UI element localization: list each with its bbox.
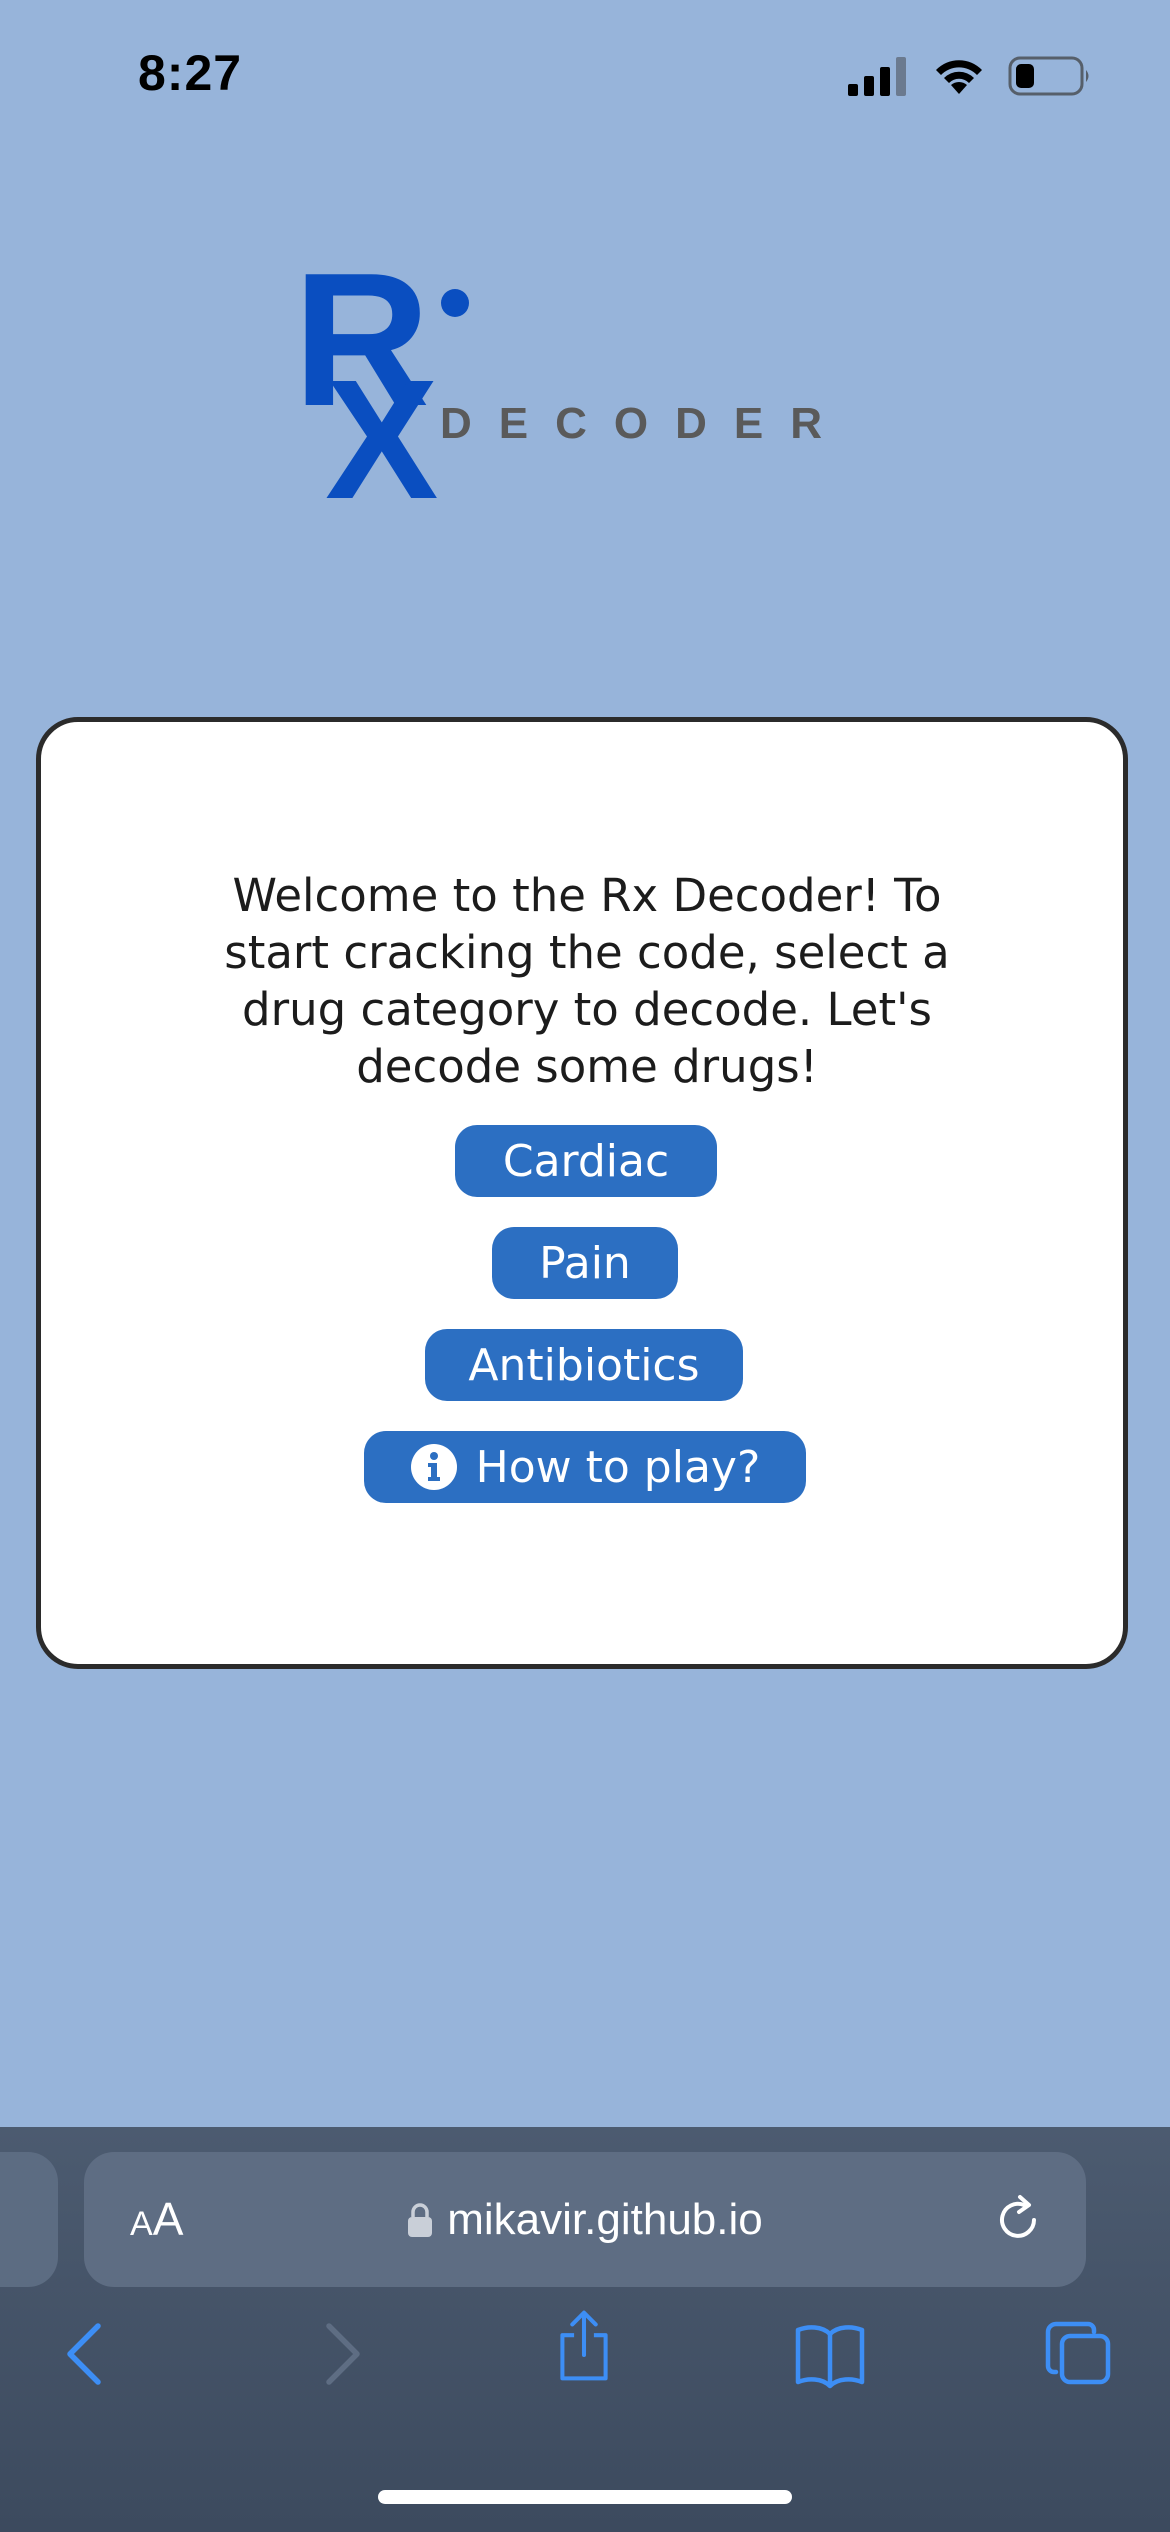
status-time: 8:27 (138, 45, 243, 101)
antibiotics-button-label: Antibiotics (468, 1339, 700, 1391)
info-icon (410, 1444, 457, 1490)
welcome-text: Welcome to the Rx Decoder! To start crac… (224, 869, 950, 1093)
rx-decoder-logo: R X DECODER (295, 250, 849, 510)
address-bar[interactable]: AA mikavir.github.io (84, 2152, 1086, 2287)
forward-icon[interactable] (303, 2318, 375, 2390)
url-display[interactable]: mikavir.github.io (84, 2152, 1086, 2287)
cardiac-button[interactable]: Cardiac (455, 1125, 717, 1197)
home-indicator (378, 2490, 792, 2504)
share-icon[interactable] (548, 2310, 620, 2382)
welcome-card: Welcome to the Rx Decoder! To start crac… (36, 717, 1128, 1669)
reload-icon[interactable] (990, 2192, 1046, 2248)
logo-mark-x: X (325, 345, 438, 510)
pain-button-label: Pain (539, 1237, 631, 1289)
lock-icon (408, 2202, 433, 2237)
tabs-icon[interactable] (1042, 2318, 1114, 2390)
how-to-play-button[interactable]: How to play? (364, 1431, 806, 1503)
how-to-play-label: How to play? (475, 1441, 761, 1493)
cellular-signal-icon (848, 57, 906, 96)
logo-wordmark: DECODER (440, 399, 849, 448)
url-text: mikavir.github.io (447, 2194, 763, 2244)
status-bar: 8:27 (0, 0, 1170, 150)
antibiotics-button[interactable]: Antibiotics (425, 1329, 743, 1401)
back-icon[interactable] (52, 2318, 124, 2390)
status-icons (848, 54, 1092, 98)
logo-dot (441, 289, 469, 317)
bookmarks-icon[interactable] (794, 2318, 866, 2390)
wifi-icon (936, 60, 982, 94)
cardiac-button-label: Cardiac (502, 1135, 670, 1187)
pain-button[interactable]: Pain (492, 1227, 678, 1299)
previous-tab-preview[interactable] (0, 2152, 58, 2287)
battery-icon (1008, 56, 1089, 96)
